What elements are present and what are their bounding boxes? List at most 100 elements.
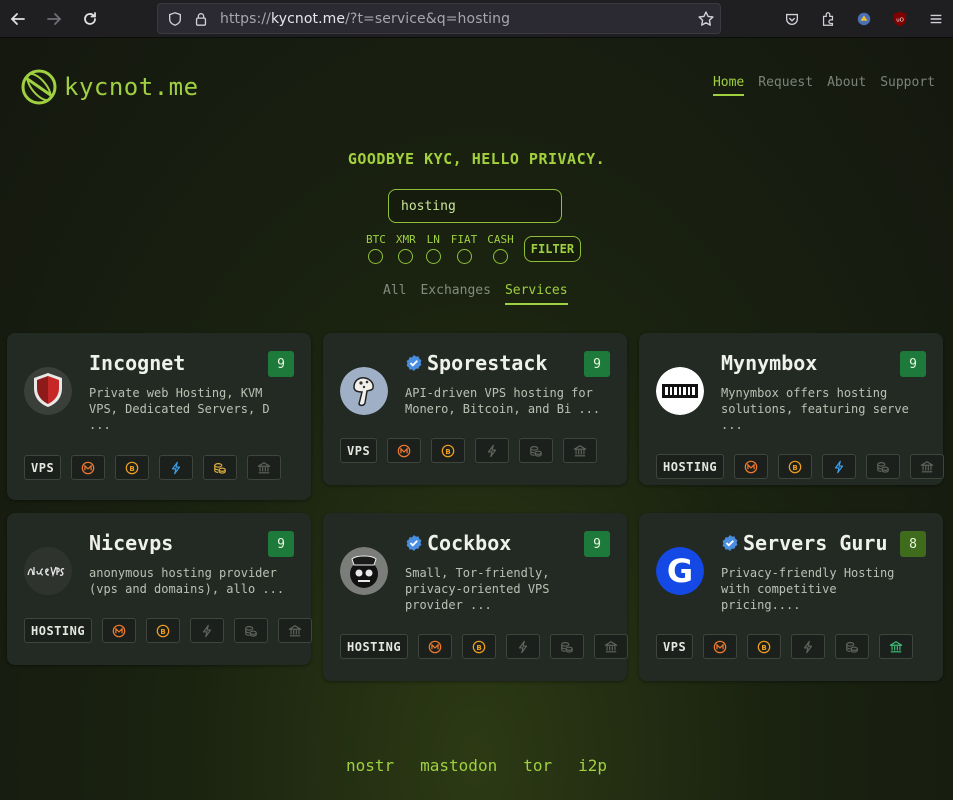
service-description: Small, Tor-friendly, privacy-oriented VP… — [405, 566, 550, 612]
nav-about[interactable]: About — [827, 75, 866, 96]
url-domain: kycnot.me — [270, 10, 346, 27]
service-card-mynymbox[interactable]: Mynymbox 9 Mynymbox offers hosting solut… — [639, 333, 945, 485]
filter-ln[interactable]: LN — [425, 233, 441, 264]
category-tag[interactable]: HOSTING — [656, 454, 725, 479]
bookmark-star-icon[interactable] — [692, 10, 720, 28]
shield-icon[interactable] — [166, 10, 184, 28]
footer-link-mastodon[interactable]: mastodon — [420, 756, 497, 775]
url-path: /?t=service&q=hosting — [345, 10, 511, 27]
browser-toolbar: https://kycnot.me/?t=service&q=hosting u… — [0, 0, 953, 38]
service-logo — [340, 547, 388, 595]
service-title[interactable]: Nicevps — [89, 531, 173, 555]
footer-link-i2p[interactable]: i2p — [578, 756, 607, 775]
servers-guru-logo: G — [656, 547, 704, 595]
score-badge: 9 — [900, 351, 926, 377]
tab-exchanges[interactable]: Exchanges — [420, 283, 490, 305]
service-title[interactable]: Incognet — [89, 351, 185, 375]
service-title[interactable]: Sporestack — [405, 351, 547, 375]
ublock-origin-icon[interactable]: uO — [891, 10, 909, 28]
filter-radio[interactable] — [456, 249, 472, 264]
category-tag[interactable]: HOSTING — [340, 634, 409, 659]
filter-radio[interactable] — [425, 249, 441, 264]
reload-button[interactable] — [72, 0, 108, 38]
service-description: Private web Hosting, KVM VPS, Dedicated … — [89, 386, 270, 432]
tab-all[interactable]: All — [383, 283, 406, 305]
forward-button[interactable] — [36, 0, 72, 38]
lightning-icon — [804, 640, 813, 653]
service-title[interactable]: Cockbox — [405, 531, 511, 555]
svg-text:B: B — [130, 464, 135, 472]
service-description: API-driven VPS hosting for Monero, Bitco… — [405, 386, 601, 416]
menu-icon[interactable] — [927, 10, 945, 28]
ln-chip — [190, 618, 225, 643]
filter-radio[interactable] — [368, 249, 384, 264]
btc-chip: B — [747, 634, 782, 659]
service-tags: VPS B — [24, 455, 282, 480]
bank-icon — [288, 624, 302, 636]
back-button[interactable] — [0, 0, 36, 38]
bitcoin-icon: B — [156, 624, 170, 637]
service-card-nicevps[interactable]: Nicevps 9 anonymous hosting provider (vp… — [7, 513, 313, 665]
svg-text:uO: uO — [896, 18, 904, 24]
btc-chip: B — [778, 454, 813, 479]
fiat-chip — [247, 455, 282, 480]
nicevps-logo — [24, 547, 72, 595]
lock-icon[interactable] — [192, 10, 210, 28]
cash-chip — [835, 634, 870, 659]
pocket-icon[interactable] — [783, 10, 801, 28]
extension-cookie-icon[interactable] — [855, 10, 873, 28]
service-description: Privacy-friendly Hosting with competitiv… — [721, 566, 895, 612]
btc-chip: B — [462, 634, 497, 659]
footer-link-nostr[interactable]: nostr — [346, 756, 394, 775]
category-tag[interactable]: VPS — [340, 438, 378, 463]
category-tag[interactable]: HOSTING — [24, 618, 93, 643]
cash-chip — [203, 455, 238, 480]
logo-text: kycnot.me — [64, 73, 199, 101]
monero-icon — [81, 461, 95, 474]
nav-home[interactable]: Home — [712, 75, 745, 96]
service-card-servers-guru[interactable]: G Servers Guru 8 Privacy-friendly Hostin… — [639, 513, 943, 681]
reload-icon — [84, 11, 96, 25]
extensions-icon[interactable] — [819, 10, 837, 28]
ln-chip — [475, 438, 510, 463]
filter-fiat[interactable]: FIAT — [451, 233, 477, 264]
nav-support[interactable]: Support — [880, 75, 935, 96]
btc-chip: B — [115, 455, 150, 480]
verified-icon — [405, 354, 423, 372]
fiat-chip — [594, 634, 629, 659]
search-input[interactable]: hosting — [388, 189, 562, 223]
service-title[interactable]: Servers Guru — [721, 531, 888, 555]
service-title[interactable]: Mynymbox — [721, 351, 817, 375]
ln-chip — [159, 455, 194, 480]
service-card-incognet[interactable]: Incognet 9 Private web Hosting, KVM VPS,… — [7, 333, 311, 500]
service-card-cockbox[interactable]: Cockbox 9 Small, Tor-friendly, privacy-o… — [323, 513, 629, 681]
filter-label: BTC — [366, 233, 386, 246]
url-text[interactable]: https://kycnot.me/?t=service&q=hosting — [220, 11, 692, 27]
bitcoin-icon: B — [441, 444, 455, 457]
filter-radio[interactable] — [398, 249, 414, 264]
service-card-sporestack[interactable]: Sporestack 9 API-driven VPS hosting for … — [323, 333, 627, 485]
category-tag[interactable]: VPS — [656, 634, 694, 659]
incognet-logo — [24, 367, 72, 415]
verified-icon — [721, 534, 739, 552]
filter-btc[interactable]: BTC — [366, 233, 386, 264]
nav-request[interactable]: Request — [758, 75, 813, 96]
mynymbox-logo — [656, 367, 704, 415]
filter-cash[interactable]: CASH — [487, 233, 514, 264]
filter-xmr[interactable]: XMR — [396, 233, 416, 264]
footer-link-tor[interactable]: tor — [523, 756, 552, 775]
monero-icon — [713, 640, 727, 653]
xmr-chip — [102, 618, 137, 643]
xmr-chip — [387, 438, 422, 463]
site-logo[interactable]: kycnot.me — [18, 66, 199, 108]
filter-radio[interactable] — [493, 249, 508, 264]
url-bar[interactable]: https://kycnot.me/?t=service&q=hosting — [157, 3, 721, 34]
category-tag-label: VPS — [31, 460, 55, 475]
filter-button[interactable]: FILTER — [523, 236, 582, 262]
bank-icon — [604, 640, 618, 652]
category-tag[interactable]: VPS — [24, 455, 62, 480]
coins-icon — [245, 625, 257, 637]
logo-globe-icon — [21, 69, 57, 105]
ln-chip — [791, 634, 826, 659]
tab-services[interactable]: Services — [504, 283, 568, 305]
